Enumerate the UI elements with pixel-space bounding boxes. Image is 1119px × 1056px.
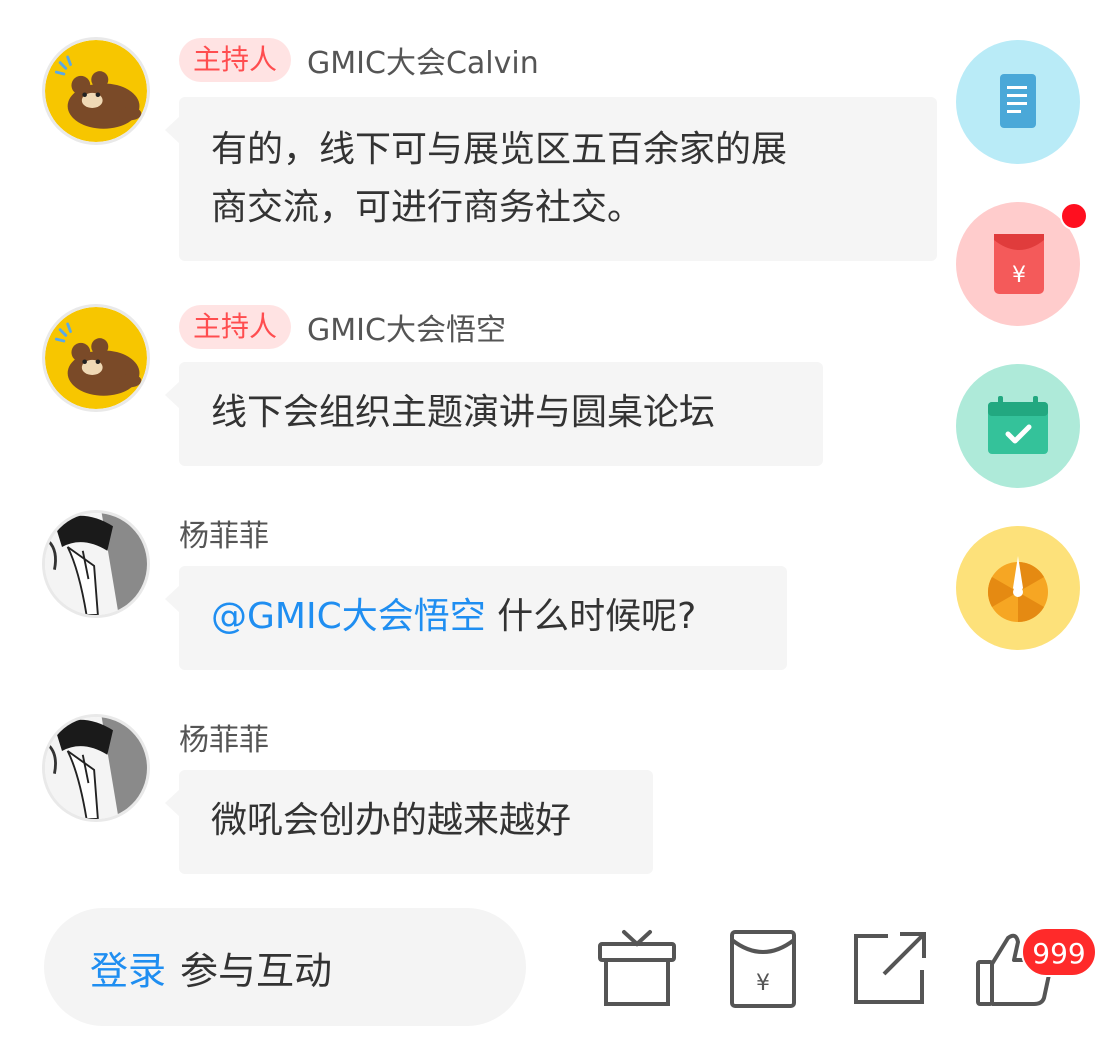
calendar-button[interactable] [956, 364, 1080, 488]
live-chat-screen: 主持人 GMIC大会Calvin 有的，线下可与展览区五百余家的展 商交流，可进… [0, 0, 1119, 1056]
message-bubble: 线下会组织主题演讲与圆桌论坛 [165, 362, 823, 466]
username[interactable]: GMIC大会Calvin [307, 38, 539, 82]
gift-button[interactable] [596, 928, 678, 1010]
gift-icon [598, 930, 676, 1006]
message-meta: 杨菲菲 [179, 714, 269, 760]
message-text-line: 商交流，可进行商务社交。 [211, 187, 644, 228]
message-text-line: 有的，线下可与展览区五百余家的展 [211, 129, 788, 170]
red-envelope-tool-button[interactable]: ¥ [722, 928, 804, 1010]
lottery-wheel-icon [987, 556, 1048, 622]
login-prompt-text: 参与互动 [180, 948, 333, 993]
red-envelope-outline-icon: ¥ [730, 930, 796, 1008]
document-icon [1000, 74, 1036, 128]
bear-avatar-image [45, 40, 147, 142]
username[interactable]: 杨菲菲 [179, 715, 269, 759]
message-meta: 主持人 GMIC大会Calvin [179, 37, 539, 83]
like-count-badge: 999 [1021, 927, 1097, 977]
svg-text:¥: ¥ [1012, 263, 1026, 288]
bear-avatar-image [45, 307, 147, 409]
bear-avatar[interactable] [42, 304, 150, 412]
username[interactable]: GMIC大会悟空 [307, 305, 506, 349]
red-envelope-button[interactable]: ¥ [956, 202, 1088, 326]
manga-avatar-image [45, 513, 147, 615]
message-bubble: 有的，线下可与展览区五百余家的展 商交流，可进行商务社交。 [165, 97, 937, 261]
bear-avatar[interactable] [42, 37, 150, 145]
host-badge: 主持人 [179, 38, 292, 82]
svg-text:¥: ¥ [756, 971, 770, 996]
lottery-button[interactable] [956, 526, 1080, 650]
calendar-check-icon [988, 396, 1048, 454]
manga-avatar[interactable] [42, 510, 150, 618]
notification-dot [1060, 202, 1088, 230]
username[interactable]: 杨菲菲 [179, 511, 269, 555]
manga-avatar-image [45, 717, 147, 819]
login-link[interactable]: 登录 [90, 940, 166, 995]
share-button[interactable] [848, 928, 930, 1010]
message-text: 微吼会创办的越来越好 [211, 800, 572, 841]
message-bubble: @GMIC大会悟空 什么时候呢? [165, 566, 787, 670]
mention-link[interactable]: @GMIC大会悟空 [211, 596, 486, 637]
message-meta: 主持人 GMIC大会悟空 [179, 304, 506, 350]
message-text: 什么时候呢? [485, 596, 697, 637]
manga-avatar[interactable] [42, 714, 150, 822]
login-prompt[interactable]: 登录 参与互动 [44, 908, 526, 1026]
message-bubble: 微吼会创办的越来越好 [165, 770, 653, 874]
message-text: 线下会组织主题演讲与圆桌论坛 [211, 392, 716, 433]
share-icon [854, 932, 926, 1004]
host-badge: 主持人 [179, 305, 292, 349]
document-button[interactable] [956, 40, 1080, 164]
message-meta: 杨菲菲 [179, 510, 269, 556]
